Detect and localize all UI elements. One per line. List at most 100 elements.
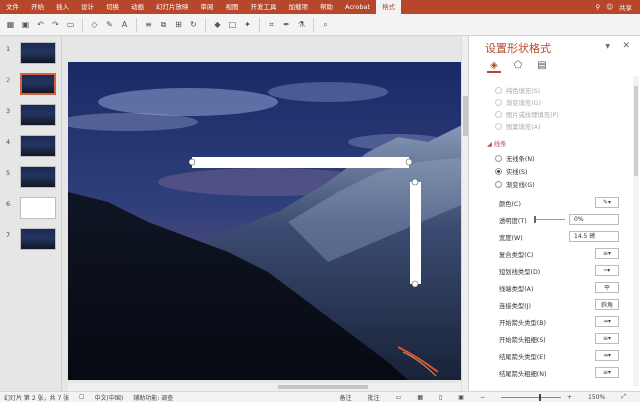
search-icon[interactable]: ⌕ bbox=[319, 18, 332, 31]
language-indicator[interactable]: 中文(中国) bbox=[95, 393, 124, 402]
effects-pentagon-icon[interactable]: ⬠ bbox=[511, 60, 525, 73]
compound-type-dropdown[interactable]: ≡▾ bbox=[595, 248, 619, 259]
redo-icon[interactable]: ↷ bbox=[49, 18, 62, 31]
slide[interactable] bbox=[68, 62, 468, 380]
pen-icon[interactable]: ✒ bbox=[280, 18, 293, 31]
slide-thumbnail-1[interactable]: 1 bbox=[4, 42, 58, 66]
width-input[interactable]: 14.5 磅 bbox=[569, 231, 619, 242]
transparency-slider[interactable] bbox=[534, 216, 565, 223]
format-painter-icon[interactable]: ✎ bbox=[103, 18, 116, 31]
zoom-slider[interactable] bbox=[501, 393, 561, 401]
slide-thumbnail-4[interactable]: 4 bbox=[4, 135, 58, 159]
tab-help[interactable]: 帮助 bbox=[314, 0, 339, 14]
resize-handle[interactable] bbox=[405, 158, 413, 166]
tab-file[interactable]: 文件 bbox=[0, 0, 25, 14]
radio-button[interactable] bbox=[495, 155, 502, 162]
outline-icon[interactable]: □ bbox=[226, 18, 239, 31]
radio-button[interactable] bbox=[495, 99, 502, 106]
begin-arrow-type-dropdown[interactable]: ⇸▾ bbox=[595, 316, 619, 327]
comments-button[interactable]: 批注 bbox=[368, 393, 380, 402]
cap-type-dropdown[interactable]: 平 bbox=[595, 282, 619, 293]
scrollbar-thumb[interactable] bbox=[278, 385, 368, 389]
user-icon[interactable]: ☺ bbox=[606, 3, 613, 11]
fill-icon[interactable]: ◆ bbox=[211, 18, 224, 31]
zoom-out-icon[interactable]: − bbox=[480, 394, 485, 401]
resize-handle[interactable] bbox=[411, 280, 419, 288]
radio-button[interactable] bbox=[495, 168, 502, 175]
share-button[interactable]: 共享 bbox=[619, 2, 632, 12]
eyedropper-icon[interactable]: ⚗ bbox=[295, 18, 308, 31]
reading-view-icon[interactable]: ▯ bbox=[439, 394, 442, 401]
horizontal-line-shape[interactable] bbox=[192, 157, 409, 168]
radio-button[interactable] bbox=[495, 87, 502, 94]
layout-icon[interactable]: ▦ bbox=[4, 18, 17, 31]
tab-home[interactable]: 开始 bbox=[25, 0, 50, 14]
scrollbar-thumb[interactable] bbox=[634, 86, 638, 176]
accessibility-status[interactable]: 辅助功能: 调查 bbox=[133, 393, 173, 402]
group-icon[interactable]: ⊞ bbox=[172, 18, 185, 31]
line-option-gradient[interactable]: 渐变线(G) bbox=[469, 178, 629, 191]
line-option-solid[interactable]: 实线(S) bbox=[469, 165, 629, 178]
crop-icon[interactable]: ⌗ bbox=[265, 18, 278, 31]
undo-icon[interactable]: ↶ bbox=[34, 18, 47, 31]
end-arrow-type-dropdown[interactable]: ⇸▾ bbox=[595, 350, 619, 361]
tab-design[interactable]: 设计 bbox=[75, 0, 100, 14]
save-icon[interactable]: ▣ bbox=[19, 18, 32, 31]
slide-thumbnail-6[interactable]: 6 bbox=[4, 197, 58, 221]
tab-view[interactable]: 视图 bbox=[220, 0, 245, 14]
align-icon[interactable]: ≡ bbox=[142, 18, 155, 31]
pane-scrollbar[interactable] bbox=[633, 76, 639, 386]
effects-icon[interactable]: ✦ bbox=[241, 18, 254, 31]
pane-options-icon[interactable]: ▼ bbox=[605, 43, 610, 50]
radio-button[interactable] bbox=[495, 181, 502, 188]
fill-option-pattern[interactable]: 图案填充(A) bbox=[469, 120, 629, 133]
tab-insert[interactable]: 插入 bbox=[50, 0, 75, 14]
resize-handle[interactable] bbox=[188, 158, 196, 166]
size-properties-icon[interactable]: ▤ bbox=[535, 60, 549, 73]
tab-review[interactable]: 审阅 bbox=[195, 0, 220, 14]
slide-thumbnail-3[interactable]: 3 bbox=[4, 104, 58, 128]
arrange-icon[interactable]: ⧉ bbox=[157, 18, 170, 31]
tab-addins[interactable]: 加载项 bbox=[283, 0, 315, 14]
line-section-header[interactable]: ◢ 线条 bbox=[487, 139, 506, 148]
line-option-none[interactable]: 无线条(N) bbox=[469, 152, 629, 165]
tab-acrobat[interactable]: Acrobat bbox=[339, 0, 376, 14]
radio-button[interactable] bbox=[495, 123, 502, 130]
dash-type-dropdown[interactable]: ┅▾ bbox=[595, 265, 619, 276]
notes-button[interactable]: 备注 bbox=[340, 393, 352, 402]
field-label: 线端类型(A) bbox=[499, 286, 534, 293]
slide-thumbnail-5[interactable]: 5 bbox=[4, 166, 58, 190]
normal-view-icon[interactable]: ▭ bbox=[396, 394, 402, 401]
tab-slideshow[interactable]: 幻灯片放映 bbox=[150, 0, 195, 14]
fill-line-icon[interactable]: ◈ bbox=[487, 60, 501, 73]
tab-animations[interactable]: 动画 bbox=[125, 0, 150, 14]
horizontal-scrollbar[interactable] bbox=[68, 383, 461, 391]
transparency-input[interactable]: 0% bbox=[569, 214, 619, 225]
radio-button[interactable] bbox=[495, 111, 502, 118]
shape-icon[interactable]: ◇ bbox=[88, 18, 101, 31]
join-type-dropdown[interactable]: 斜角 bbox=[595, 299, 619, 310]
tab-transitions[interactable]: 切换 bbox=[100, 0, 125, 14]
slide-thumbnail-7[interactable]: 7 bbox=[4, 228, 58, 252]
tab-format[interactable]: 格式 bbox=[376, 0, 402, 14]
end-arrow-size-dropdown[interactable]: ≡▾ bbox=[595, 367, 619, 378]
fit-slide-icon[interactable]: ⤢ bbox=[621, 393, 626, 401]
slideshow-view-icon[interactable]: ▣ bbox=[458, 394, 464, 401]
slide-thumbnail-2[interactable]: 2 bbox=[4, 73, 58, 97]
slideshow-icon[interactable]: ▭ bbox=[64, 18, 77, 31]
resize-handle[interactable] bbox=[411, 178, 419, 186]
lightbulb-icon[interactable]: ⚲ bbox=[595, 3, 600, 11]
zoom-level[interactable]: 150% bbox=[588, 394, 605, 401]
vertical-line-shape[interactable] bbox=[410, 182, 421, 284]
slide-sorter-icon[interactable]: ▦ bbox=[417, 394, 423, 401]
text-box-icon[interactable]: A bbox=[118, 18, 131, 31]
rotate-icon[interactable]: ↻ bbox=[187, 18, 200, 31]
toolbar-divider bbox=[136, 17, 137, 32]
tab-developer[interactable]: 开发工具 bbox=[245, 0, 283, 14]
zoom-in-icon[interactable]: + bbox=[567, 394, 572, 401]
begin-arrow-size-dropdown[interactable]: ≡▾ bbox=[595, 333, 619, 344]
color-picker-button[interactable]: ✎▾ bbox=[595, 197, 619, 208]
spellcheck-icon[interactable]: ☐ bbox=[79, 394, 84, 401]
close-icon[interactable]: ✕ bbox=[622, 41, 630, 51]
vertical-scrollbar[interactable] bbox=[461, 36, 468, 391]
